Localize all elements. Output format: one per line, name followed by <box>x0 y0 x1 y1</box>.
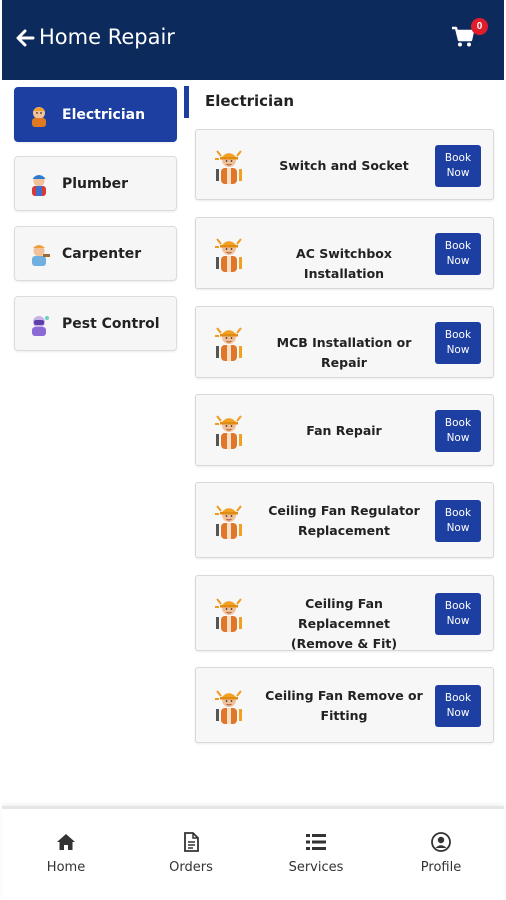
nav-profile[interactable]: Profile <box>386 809 496 899</box>
electrician-worker-icon <box>213 502 245 540</box>
book-now-button[interactable]: Book Now <box>435 685 481 727</box>
service-name: Ceiling Fan Replacemnet (Remove & Fit) <box>258 594 430 654</box>
nav-profile-label: Profile <box>420 860 462 875</box>
book-now-label: Now <box>446 344 470 356</box>
book-now-button[interactable]: Book Now <box>435 322 481 364</box>
category-label: Pest Control <box>62 315 160 332</box>
book-now-label: Now <box>446 615 470 627</box>
service-name: MCB Installation or Repair <box>258 333 430 373</box>
plumber-icon <box>27 172 51 196</box>
book-now-label: Now <box>446 432 470 444</box>
book-now-button[interactable]: Book Now <box>435 500 481 542</box>
section-accent-bar <box>184 86 189 118</box>
book-now-button[interactable]: Book Now <box>435 145 481 187</box>
book-now-label: Now <box>446 522 470 534</box>
pest-control-icon <box>27 312 51 336</box>
page-title: Home Repair <box>39 25 175 49</box>
carpenter-icon <box>27 242 51 266</box>
category-label: Carpenter <box>62 245 142 262</box>
service-name-line: Fitting <box>320 708 368 723</box>
home-icon <box>57 834 75 850</box>
service-card[interactable]: AC Switchbox Installation Book Now <box>195 217 494 289</box>
app-root: Home Repair 0 Electrician Plumber Carpente… <box>0 0 506 900</box>
service-card[interactable]: Ceiling Fan Regulator Replacement Book Now <box>195 482 494 558</box>
category-pest-control[interactable]: Pest Control <box>14 296 177 351</box>
category-label: Electrician <box>62 106 146 123</box>
service-name: Ceiling Fan Remove or Fitting <box>258 686 430 726</box>
service-name-line: AC Switchbox Installation <box>296 246 392 281</box>
electrician-worker-icon <box>213 687 245 725</box>
cart-count-badge: 0 <box>471 18 488 35</box>
book-now-label: Book <box>444 600 472 612</box>
orders-icon <box>184 832 199 852</box>
profile-icon <box>431 832 451 852</box>
section-title: Electrician <box>205 92 294 110</box>
book-now-label: Now <box>446 255 470 267</box>
service-name: AC Switchbox Installation <box>258 244 430 284</box>
category-carpenter[interactable]: Carpenter <box>14 226 177 281</box>
app-header: Home Repair 0 <box>2 0 504 80</box>
electrician-worker-icon <box>213 235 245 273</box>
electrician-worker-icon <box>213 595 245 633</box>
service-card[interactable]: Ceiling Fan Replacemnet (Remove & Fit) Boo… <box>195 575 494 651</box>
bottom-nav: Home Orders Services Profile <box>2 806 504 900</box>
category-plumber[interactable]: Plumber <box>14 156 177 211</box>
book-now-label: Book <box>444 692 472 704</box>
service-card[interactable]: MCB Installation or Repair Book Now <box>195 306 494 378</box>
service-card[interactable]: Switch and Socket Book Now <box>195 129 494 200</box>
service-name: Fan Repair <box>258 421 430 441</box>
service-name-line: Ceiling Fan Regulator <box>268 503 420 518</box>
arrow-left-icon[interactable] <box>16 28 36 48</box>
service-name-line: Ceiling Fan Replacemnet <box>297 596 391 631</box>
book-now-label: Now <box>446 167 470 179</box>
services-icon <box>306 834 326 850</box>
nav-orders-label: Orders <box>169 860 213 875</box>
service-name-line: Replacement <box>297 523 391 538</box>
book-now-label: Book <box>444 240 472 252</box>
service-card[interactable]: Fan Repair Book Now <box>195 394 494 466</box>
electrician-icon <box>27 103 51 127</box>
nav-services[interactable]: Services <box>261 809 371 899</box>
service-name: Switch and Socket <box>258 156 430 176</box>
service-name-line: MCB Installation or Repair <box>276 335 412 370</box>
electrician-worker-icon <box>213 412 245 450</box>
electrician-worker-icon <box>213 147 245 185</box>
book-now-label: Book <box>444 417 472 429</box>
service-name-line: Ceiling Fan Remove or <box>265 688 423 703</box>
nav-services-label: Services <box>288 860 344 875</box>
service-name-line: (Remove & Fit) <box>290 636 398 651</box>
book-now-button[interactable]: Book Now <box>435 233 481 275</box>
book-now-label: Book <box>444 507 472 519</box>
nav-home[interactable]: Home <box>11 809 121 899</box>
category-electrician[interactable]: Electrician <box>14 87 177 142</box>
service-name: Ceiling Fan Regulator Replacement <box>258 501 430 541</box>
service-name-line: Switch and Socket <box>279 158 409 173</box>
book-now-button[interactable]: Book Now <box>435 410 481 452</box>
book-now-label: Book <box>444 329 472 341</box>
nav-orders[interactable]: Orders <box>136 809 246 899</box>
service-name-line: Fan Repair <box>306 423 382 438</box>
book-now-label: Book <box>444 152 472 164</box>
service-card[interactable]: Ceiling Fan Remove or Fitting Book Now <box>195 667 494 743</box>
category-label: Plumber <box>62 175 129 192</box>
book-now-button[interactable]: Book Now <box>435 593 481 635</box>
book-now-label: Now <box>446 707 470 719</box>
electrician-worker-icon <box>213 324 245 362</box>
nav-home-label: Home <box>46 860 86 875</box>
